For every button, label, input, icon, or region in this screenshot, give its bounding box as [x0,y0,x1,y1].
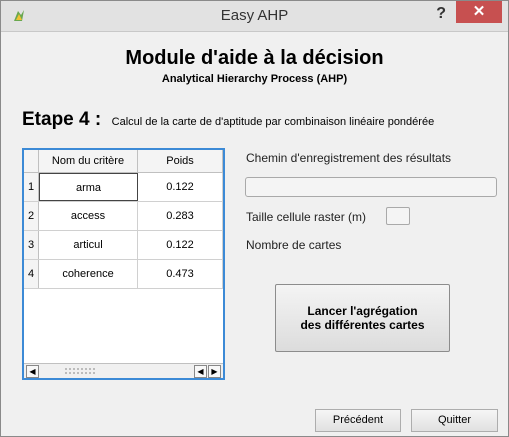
previous-button[interactable]: Précédent [315,409,401,432]
criterion-weight-cell[interactable]: 0.122 [138,173,223,201]
aggregate-label-line1: Lancer l'agrégation [307,304,418,318]
step-heading: Etape 4 : Calcul de la carte de d'aptitu… [22,109,434,131]
column-header-weight[interactable]: Poids [138,150,223,172]
table-row: 3 articul 0.122 [24,231,223,260]
criterion-weight-cell[interactable]: 0.473 [138,260,223,288]
map-count-label: Nombre de cartes [246,238,342,252]
scroll-left-icon[interactable]: ◀ [26,365,39,378]
cell-size-input[interactable] [386,207,410,225]
row-number[interactable]: 2 [24,202,39,230]
criterion-name-cell[interactable]: access [39,202,138,230]
aggregate-maps-button[interactable]: Lancer l'agrégation des différentes cart… [275,284,450,352]
criterion-weight-cell[interactable]: 0.122 [138,231,223,259]
horizontal-scrollbar[interactable]: ◀ ◀ ▶ [24,363,223,378]
close-button[interactable]: ✕ [456,1,502,23]
window-title: Easy AHP [220,7,289,24]
step-description: Calcul de la carte de d'aptitude par com… [111,116,435,128]
module-subtitle: Analytical Hierarchy Process (AHP) [161,73,348,85]
criterion-name-cell[interactable]: coherence [39,260,138,288]
column-header-criterion[interactable]: Nom du critère [39,150,138,172]
scroll-right-icon[interactable]: ▶ [208,365,221,378]
title-bar: Easy AHP ? ✕ [1,1,508,32]
table-corner[interactable] [24,150,39,172]
scroll-left-icon[interactable]: ◀ [194,365,207,378]
scrollbar-grip[interactable] [64,367,96,375]
output-path-label: Chemin d'enregistrement des résultats [246,151,452,165]
step-title: Etape 4 : [22,109,102,130]
table-row: 4 coherence 0.473 [24,260,223,289]
table-row: 2 access 0.283 [24,202,223,231]
criterion-name-cell[interactable]: arma [39,173,138,201]
quit-button[interactable]: Quitter [411,409,498,432]
table-row: 1 arma 0.122 [24,173,223,202]
easy-ahp-window: Easy AHP ? ✕ Module d'aide à la décision… [0,0,509,437]
row-number[interactable]: 1 [24,173,39,201]
row-number[interactable]: 4 [24,260,39,288]
aggregate-label-line2: des différentes cartes [300,318,425,332]
criteria-table[interactable]: Nom du critère Poids 1 arma 0.122 2 acce… [22,148,225,380]
table-header: Nom du critère Poids [24,150,223,173]
help-button[interactable]: ? [436,5,446,23]
cell-size-label: Taille cellule raster (m) [246,210,367,224]
criterion-weight-cell[interactable]: 0.283 [138,202,223,230]
module-title: Module d'aide à la décision [125,47,384,69]
criterion-name-cell[interactable]: articul [39,231,138,259]
output-path-input[interactable] [245,177,497,197]
row-number[interactable]: 3 [24,231,39,259]
